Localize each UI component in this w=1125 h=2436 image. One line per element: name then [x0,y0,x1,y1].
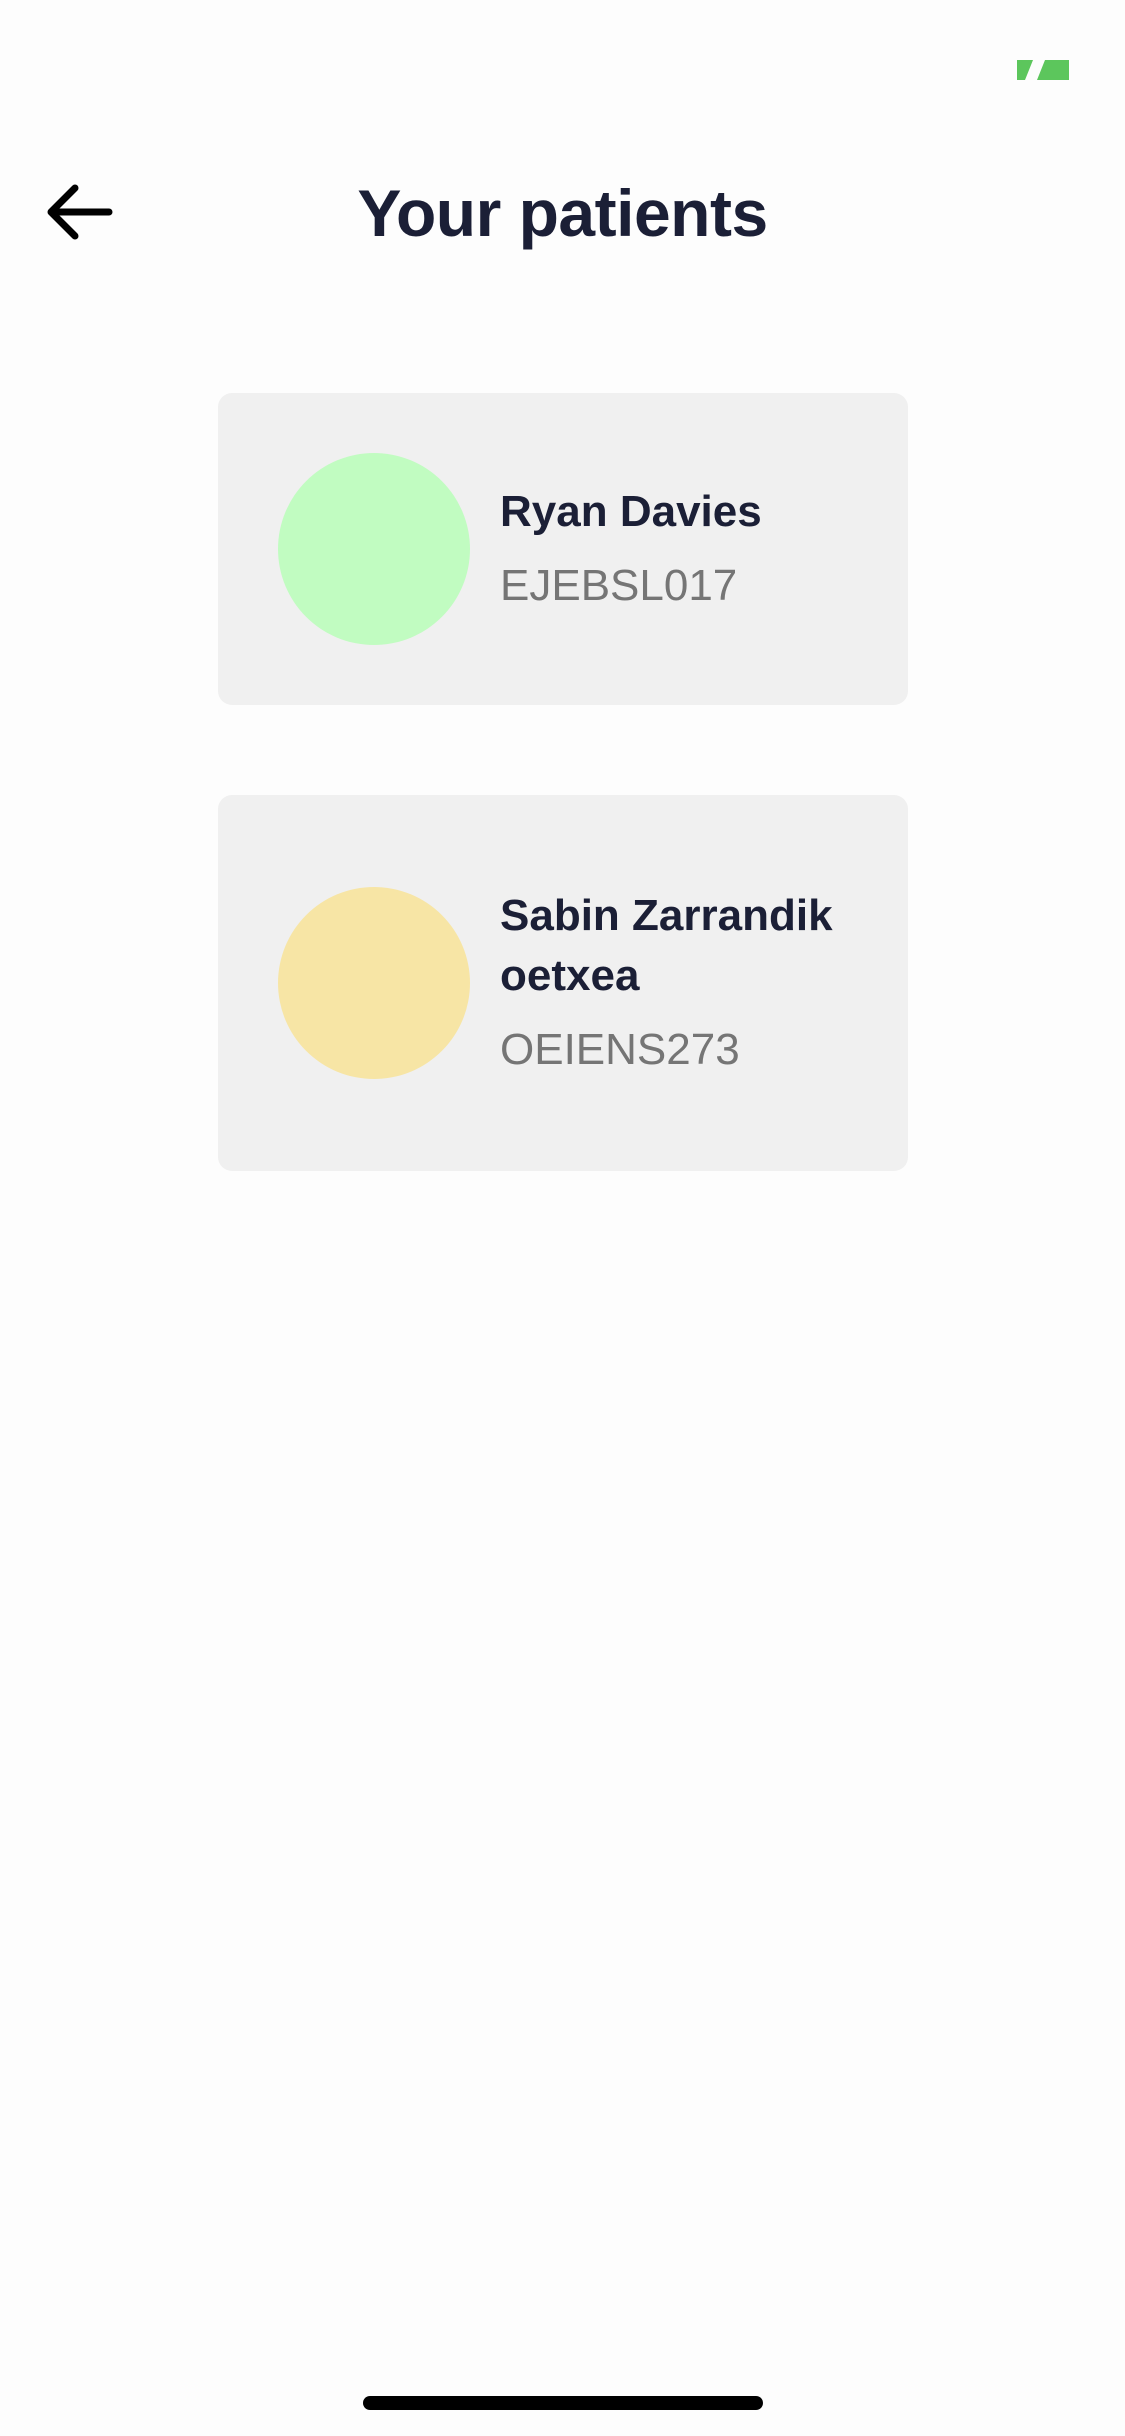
patient-avatar [278,887,470,1079]
home-indicator[interactable] [363,2396,763,2410]
patient-name: Sabin Zarrandikoetxea [500,891,833,1000]
patient-info: Sabin Zarrandikoetxea OEIENS273 [500,886,850,1080]
page-title: Your patients [357,176,768,250]
patient-card[interactable]: Sabin Zarrandikoetxea OEIENS273 [218,795,908,1171]
patient-code: EJEBSL017 [500,561,738,610]
patient-info: Ryan Davies EJEBSL017 [500,482,850,616]
patient-avatar [278,453,470,645]
patient-card[interactable]: Ryan Davies EJEBSL017 [218,393,908,705]
battery-charging-icon [1017,60,1069,80]
patient-name: Ryan Davies [500,487,762,536]
patient-code: OEIENS273 [500,1025,740,1074]
patient-list: Ryan Davies EJEBSL017 Sabin Zarrandikoet… [218,393,908,1261]
